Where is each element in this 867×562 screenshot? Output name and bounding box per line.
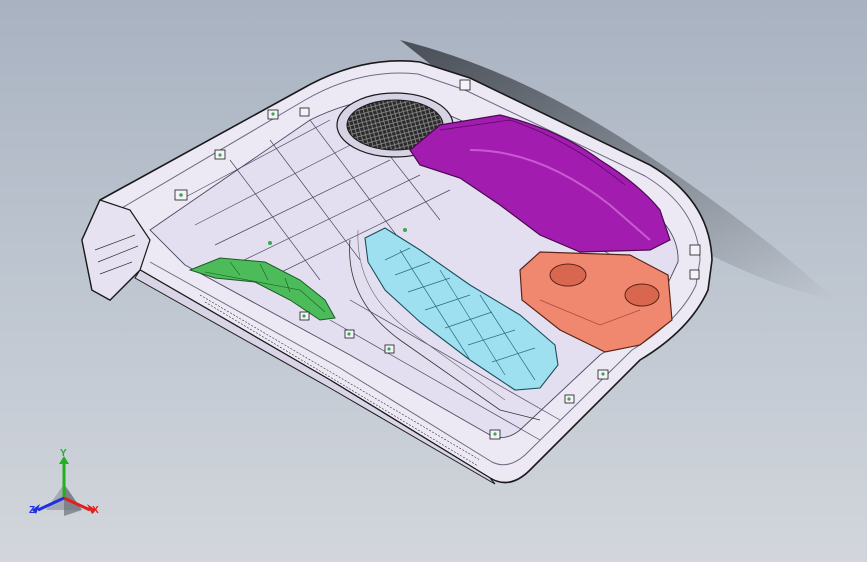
cad-viewport[interactable] bbox=[0, 0, 867, 562]
x-axis-label: X bbox=[92, 505, 99, 516]
block-hole-left bbox=[549, 263, 587, 287]
model-view[interactable] bbox=[0, 0, 867, 562]
z-axis-label: Z bbox=[29, 505, 36, 516]
coordinate-triad bbox=[24, 448, 104, 528]
block-hole-right bbox=[624, 283, 660, 307]
y-axis-label: Y bbox=[60, 448, 67, 459]
